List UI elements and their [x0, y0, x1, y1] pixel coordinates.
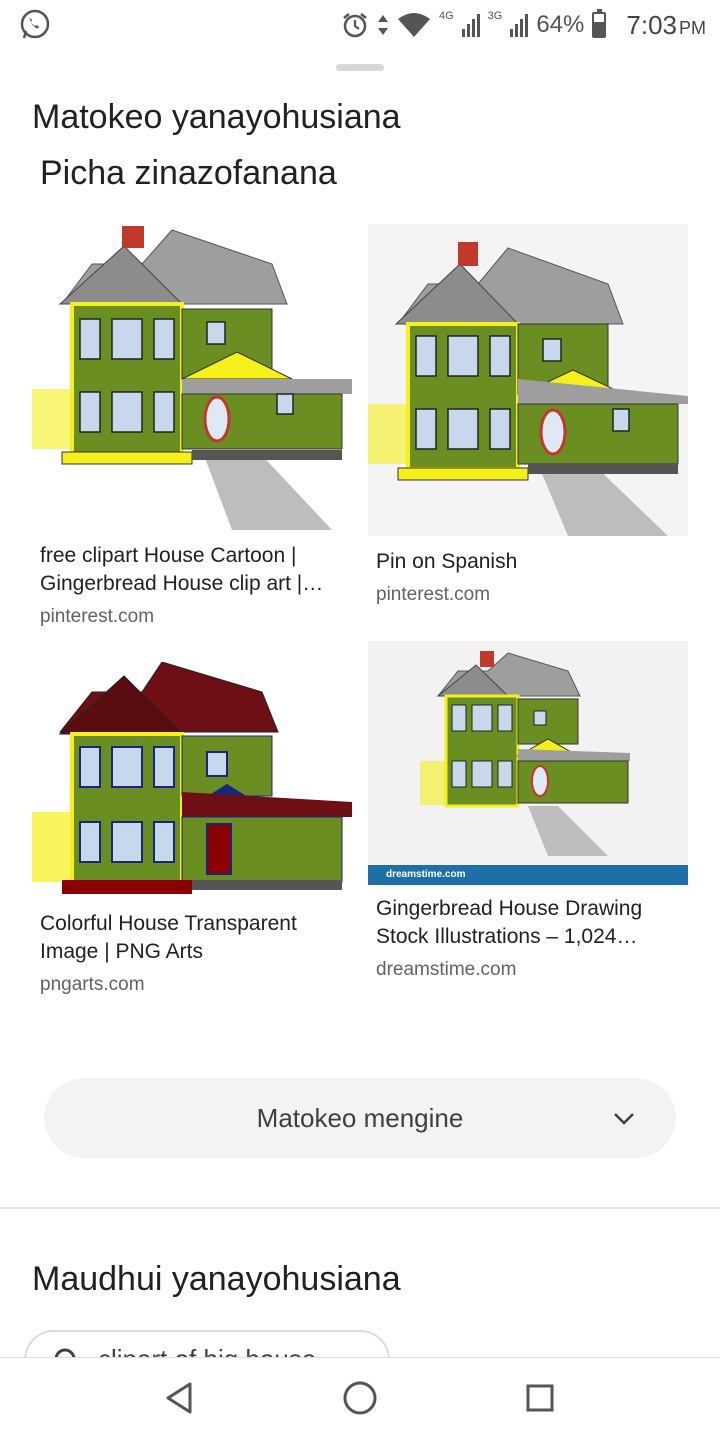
image-thumbnail[interactable]	[32, 224, 352, 530]
more-results-label: Matokeo mengine	[256, 1102, 464, 1133]
battery-percent: 64%	[536, 11, 585, 38]
sheet-drag-handle[interactable]	[336, 64, 384, 71]
network-4g-label: 4G	[438, 10, 454, 22]
more-results-button[interactable]: Matokeo mengine	[44, 1078, 676, 1158]
image-result-card[interactable]: Colorful House Transparent Image | PNG A…	[32, 662, 352, 1002]
image-result-card[interactable]: Pin on Spanish pinterest.com	[368, 224, 688, 614]
section-heading-related-topics: Maudhui yanayohusiana	[32, 1260, 401, 1298]
data-arrows-icon	[377, 15, 388, 35]
image-result-title[interactable]: free clipart House Cartoon | Gingerbread…	[40, 542, 340, 598]
image-result-card[interactable]: free clipart House Cartoon | Gingerbread…	[32, 224, 352, 634]
section-subheading-similar-images: Picha zinazofanana	[40, 154, 337, 192]
whatsapp-icon	[20, 9, 50, 39]
house-illustration	[368, 641, 688, 885]
image-result-source: pinterest.com	[376, 584, 491, 605]
network-3g-label: 3G	[487, 10, 503, 22]
alarm-icon	[343, 13, 367, 38]
image-result-source: dreamstime.com	[376, 959, 517, 980]
status-bar: 4G 3G 64% 7:03 PM	[0, 0, 720, 52]
back-icon[interactable]	[160, 1378, 200, 1418]
image-result-title[interactable]: Pin on Spanish	[376, 548, 676, 576]
signal-icon-2	[510, 14, 529, 37]
system-navigation-bar	[0, 1357, 720, 1440]
image-result-title[interactable]: Colorful House Transparent Image | PNG A…	[40, 910, 340, 966]
image-thumbnail[interactable]	[368, 224, 688, 536]
clock-ampm: PM	[679, 17, 706, 38]
recents-icon[interactable]	[520, 1378, 560, 1418]
image-result-card[interactable]: dreamstime.com Gingerbread House Drawing…	[368, 641, 688, 981]
image-result-source: pngarts.com	[40, 974, 145, 995]
chevron-down-icon	[614, 1113, 634, 1125]
battery-icon	[592, 9, 607, 38]
image-result-title[interactable]: Gingerbread House Drawing Stock Illustra…	[376, 895, 676, 951]
section-divider	[0, 1207, 720, 1209]
clock: 7:03 PM	[626, 10, 706, 41]
image-thumbnail[interactable]: dreamstime.com	[368, 641, 688, 885]
wifi-icon	[397, 13, 430, 37]
section-heading-related-results: Matokeo yanayohusiana	[32, 98, 401, 136]
house-illustration	[32, 662, 352, 898]
watermark-text: dreamstime.com	[386, 869, 466, 880]
clock-time: 7:03	[626, 9, 677, 40]
house-illustration	[32, 224, 352, 530]
image-result-source: pinterest.com	[40, 606, 155, 627]
image-thumbnail[interactable]	[32, 662, 352, 898]
house-illustration	[368, 224, 688, 536]
signal-icon	[461, 14, 480, 37]
home-icon[interactable]	[340, 1378, 380, 1418]
